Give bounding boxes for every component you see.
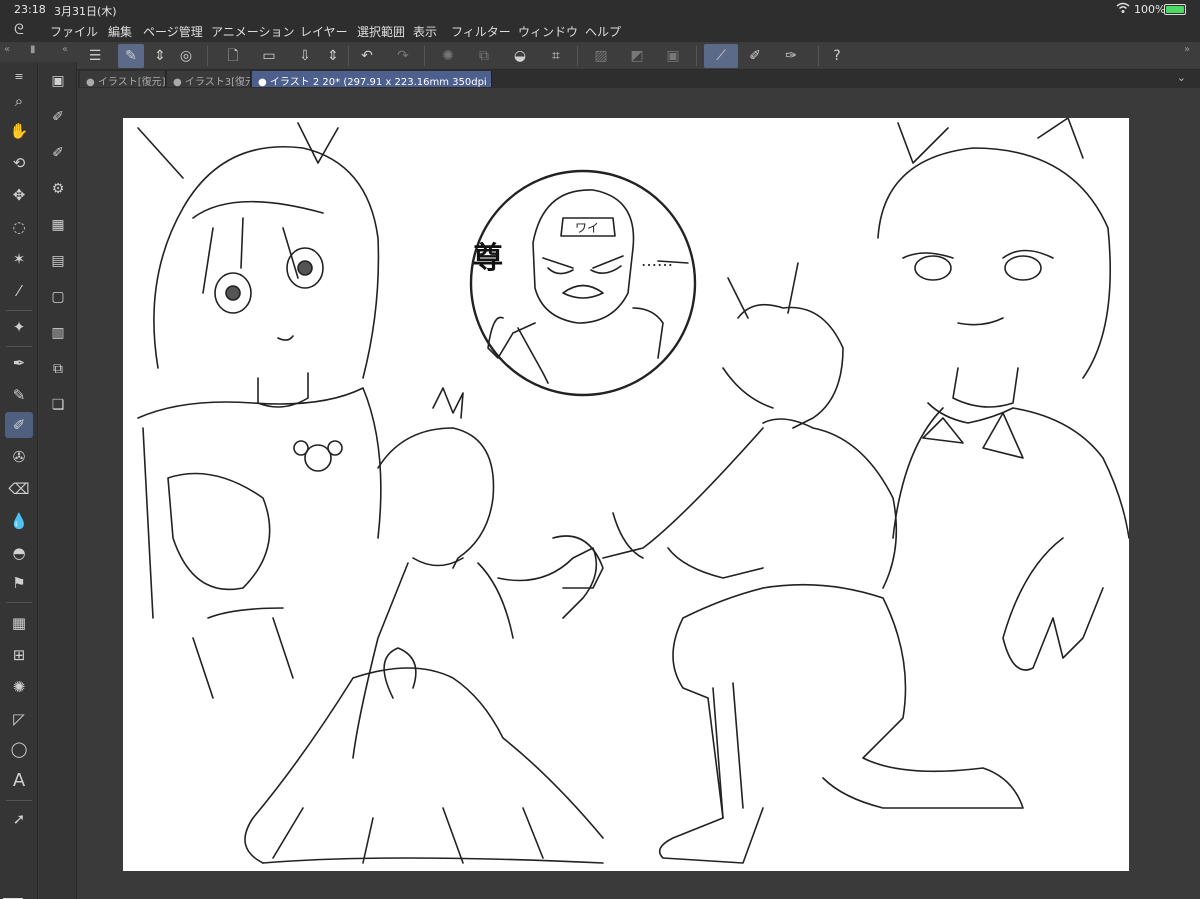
fill-icon[interactable]: ◒ bbox=[507, 44, 533, 68]
undo-icon[interactable]: ↶ bbox=[354, 44, 380, 68]
tab-illust3-restored[interactable]: ● イラスト3[復元 bbox=[167, 71, 251, 87]
property-icon[interactable]: ✐ bbox=[44, 104, 72, 130]
menu-hamburger-icon[interactable]: ☰ bbox=[82, 44, 108, 68]
frame-icon[interactable]: ▣ bbox=[660, 44, 686, 68]
sketch-artwork: ワイ 尊 …… bbox=[137, 118, 1129, 864]
pen-icon[interactable]: ✒ bbox=[5, 350, 33, 376]
ruler-icon[interactable]: ⟋ bbox=[704, 44, 738, 68]
menu-window[interactable]: ウィンドウ bbox=[518, 23, 578, 40]
zoom-icon[interactable]: ⌕ bbox=[5, 88, 33, 114]
battery-charging-icon bbox=[1164, 4, 1186, 15]
menu-filter[interactable]: フィルター bbox=[451, 23, 511, 40]
edit-icon[interactable]: ✎ bbox=[118, 44, 144, 68]
balloon-icon[interactable]: ◯ bbox=[5, 736, 33, 762]
tab-illust2-active[interactable]: ● イラスト 2 20* (297.91 x 223.16mm 350dpi 5… bbox=[252, 71, 492, 87]
invert-icon[interactable]: ◩ bbox=[624, 44, 650, 68]
new-file-icon[interactable]: 🗋 bbox=[220, 44, 246, 68]
tool-settings-icon[interactable]: ⚙ bbox=[44, 176, 72, 202]
bubble-kanji: 尊 bbox=[473, 241, 503, 276]
magic-wand-icon[interactable]: ✶ bbox=[5, 246, 33, 272]
text-icon[interactable]: A bbox=[5, 768, 33, 794]
app-logo-icon[interactable]: ᘓ bbox=[14, 22, 32, 40]
app-window: 23:18 3月31日(木) 100% ᘓ ファイル 編集 ページ管理 アニメー… bbox=[0, 0, 1200, 899]
collapse-sub-icon[interactable]: « bbox=[62, 44, 68, 55]
right-boy-head bbox=[877, 147, 1112, 379]
bubble-dots: …… bbox=[641, 251, 673, 270]
status-time: 23:18 bbox=[14, 3, 46, 16]
blend-icon[interactable]: 💧 bbox=[5, 508, 33, 534]
left-girl-head bbox=[153, 146, 380, 379]
transform-icon[interactable]: ⧉ bbox=[471, 44, 497, 68]
brush-size-icon[interactable]: ✐ bbox=[44, 140, 72, 166]
panel-frame-icon[interactable]: ⊞ bbox=[5, 642, 33, 668]
tool-palette: ≡ ⌕ ✋ ⟲ ✥ ◌ ✶ ⁄ ✦ ✒ ✎ ✐ ✇ ⌫ 💧 ◓ ⚑ ▦ ⊞ ✺ … bbox=[0, 62, 38, 899]
subtool-icon[interactable]: ▣ bbox=[44, 68, 72, 94]
gradient-icon[interactable]: ▦ bbox=[5, 610, 33, 636]
sparkle-icon[interactable]: ✦ bbox=[5, 314, 33, 340]
pen-snap-icon[interactable]: ✑ bbox=[778, 44, 804, 68]
tab-illust-restored[interactable]: ● イラスト[復元]* bbox=[80, 71, 166, 87]
help-icon[interactable]: ? bbox=[824, 44, 850, 68]
color-wheel-icon[interactable]: ▦ bbox=[44, 212, 72, 238]
menu-file[interactable]: ファイル bbox=[50, 23, 98, 40]
menu-bar: ᘓ ファイル 編集 ページ管理 アニメーション レイヤー 選択範囲 表示 フィル… bbox=[0, 20, 1200, 42]
hand-icon[interactable]: ✋ bbox=[5, 118, 33, 144]
crop-icon[interactable]: ⌗ bbox=[543, 44, 569, 68]
layer-property-icon[interactable]: ⧉ bbox=[44, 356, 72, 382]
stepper-icon[interactable]: ⇕ bbox=[147, 44, 173, 68]
clear-icon[interactable]: ▨ bbox=[588, 44, 614, 68]
save-stepper-icon[interactable]: ⇕ bbox=[320, 44, 346, 68]
figure-icon[interactable]: ◸ bbox=[5, 706, 33, 732]
layers-icon[interactable]: ❏ bbox=[44, 392, 72, 418]
brush-icon[interactable]: ✐ bbox=[5, 412, 33, 438]
lasso-icon[interactable]: ◌ bbox=[5, 214, 33, 240]
palette-menu-icon[interactable]: ≡ bbox=[5, 64, 33, 90]
document-tabs: ● イラスト[復元]* ● イラスト3[復元 ● イラスト 2 20* (297… bbox=[78, 70, 1200, 88]
color-set-icon[interactable]: ▤ bbox=[44, 248, 72, 274]
sub-palette: ▣ ✐ ✐ ⚙ ▦ ▤ ▢ ▥ ⧉ ❏ bbox=[39, 62, 77, 899]
menu-view[interactable]: 表示 bbox=[413, 23, 437, 40]
battery-percent: 100% bbox=[1134, 3, 1166, 16]
redo-icon[interactable]: ↷ bbox=[390, 44, 416, 68]
loading-icon[interactable]: ✺ bbox=[435, 44, 461, 68]
panel-grip-icon[interactable]: ▮ bbox=[30, 44, 36, 55]
status-bar: 23:18 3月31日(木) 100% bbox=[0, 0, 1200, 20]
menu-page-management[interactable]: ページ管理 bbox=[143, 23, 203, 40]
wifi-icon bbox=[1116, 2, 1130, 17]
bubble-label: ワイ bbox=[575, 221, 599, 235]
collapse-right-icon[interactable]: » bbox=[1184, 44, 1190, 55]
rotate-icon[interactable]: ⟲ bbox=[5, 150, 33, 176]
open-folder-icon[interactable]: ▭ bbox=[256, 44, 282, 68]
menu-layer[interactable]: レイヤー bbox=[300, 23, 348, 40]
command-bar: « ▮ « ☰ ✎ ⇕ ◎ 🗋 ▭ ⇩ ⇕ ↶ ↷ ✺ ⧉ ◒ ⌗ ▨ ◩ ▣ … bbox=[0, 42, 1200, 70]
navigator-icon[interactable]: ▢ bbox=[44, 284, 72, 310]
thought-bubble bbox=[469, 169, 697, 397]
fill-bucket-icon[interactable]: ◓ bbox=[5, 540, 33, 566]
menu-help[interactable]: ヘルプ bbox=[585, 23, 621, 40]
operation-icon[interactable]: ➚ bbox=[5, 806, 33, 832]
ruler-tool-icon[interactable]: ✺ bbox=[5, 674, 33, 700]
chevron-down-icon[interactable]: ⌄ bbox=[1177, 71, 1186, 84]
move-icon[interactable]: ✥ bbox=[5, 182, 33, 208]
companion-icon[interactable]: ◎ bbox=[173, 44, 199, 68]
timeline-icon[interactable]: ▥ bbox=[44, 320, 72, 346]
kneeling-girl bbox=[377, 427, 495, 569]
save-icon[interactable]: ⇩ bbox=[292, 44, 318, 68]
collapse-left-icon[interactable]: « bbox=[4, 44, 10, 55]
drawing-canvas[interactable]: ワイ 尊 …… bbox=[123, 118, 1129, 871]
decoration-icon[interactable]: ⚑ bbox=[5, 570, 33, 596]
eyedropper-icon[interactable]: ⁄ bbox=[5, 278, 33, 304]
kneeling-boy bbox=[737, 303, 844, 429]
brush-snap-icon[interactable]: ✐ bbox=[742, 44, 768, 68]
pencil-icon[interactable]: ✎ bbox=[5, 382, 33, 408]
menu-selection[interactable]: 選択範囲 bbox=[357, 23, 405, 40]
menu-edit[interactable]: 編集 bbox=[108, 23, 132, 40]
status-date: 3月31日(木) bbox=[54, 5, 117, 18]
eraser-icon[interactable]: ⌫ bbox=[5, 476, 33, 502]
airbrush-icon[interactable]: ✇ bbox=[5, 444, 33, 470]
menu-animation[interactable]: アニメーション bbox=[211, 23, 295, 40]
